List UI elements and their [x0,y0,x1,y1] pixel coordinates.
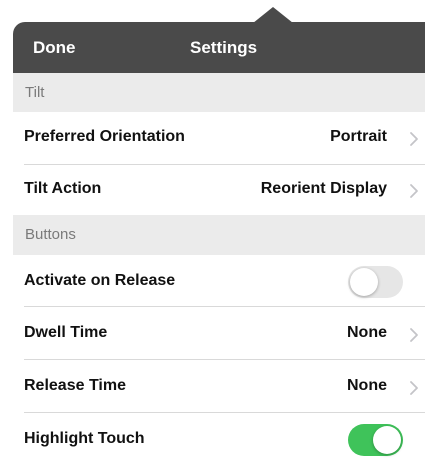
dwell-time-row[interactable]: Dwell Time None [13,307,425,359]
chevron-right-icon [410,184,418,198]
section-header-buttons: Buttons [13,215,425,255]
section-header-tilt-label: Tilt [25,84,45,101]
preferred-orientation-label: Preferred Orientation [24,128,185,145]
highlight-touch-label: Highlight Touch [24,430,145,447]
dwell-time-value: None [347,324,387,341]
chevron-right-icon [410,132,418,146]
settings-panel: Done Settings Tilt Preferred Orientation… [13,22,425,469]
section-header-buttons-label: Buttons [25,226,76,243]
settings-popover-stage: Done Settings Tilt Preferred Orientation… [0,0,425,469]
release-time-value: None [347,377,387,394]
popover-arrow [253,7,293,23]
release-time-label: Release Time [24,377,126,394]
toggle-knob [350,268,378,296]
highlight-touch-toggle[interactable] [348,424,403,456]
activate-on-release-toggle[interactable] [348,266,403,298]
tilt-action-row[interactable]: Tilt Action Reorient Display [13,165,425,215]
chevron-right-icon [410,381,418,395]
chevron-right-icon [410,328,418,342]
highlight-touch-row: Highlight Touch [13,413,425,469]
preferred-orientation-value: Portrait [330,128,387,145]
tilt-action-label: Tilt Action [24,180,102,197]
page-title: Settings [190,38,258,57]
toggle-knob [373,426,401,454]
release-time-row[interactable]: Release Time None [13,360,425,412]
settings-navbar: Done Settings [13,22,425,73]
tilt-action-value: Reorient Display [260,180,387,197]
section-header-tilt: Tilt [13,73,425,112]
dwell-time-label: Dwell Time [24,324,108,341]
activate-on-release-label: Activate on Release [24,272,176,289]
activate-on-release-row: Activate on Release [13,255,425,306]
done-button[interactable]: Done [33,22,76,73]
preferred-orientation-row[interactable]: Preferred Orientation Portrait [13,112,425,164]
